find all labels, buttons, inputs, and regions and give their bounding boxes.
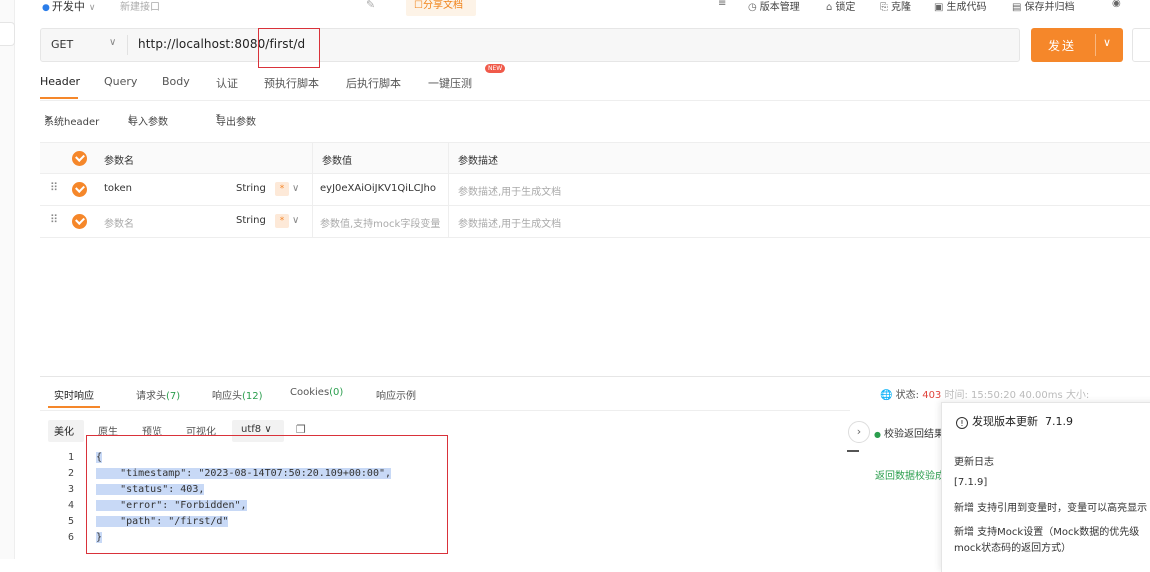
verify-result-toggle[interactable]: ● 校验返回结果 [874, 425, 944, 440]
param-name-input[interactable]: token [104, 183, 224, 194]
share-doc-button[interactable]: ☐分享文档 [406, 0, 476, 16]
update-title: ! 发现版本更新 7.1.9 [956, 413, 1073, 429]
clone-icon: ⎘ [880, 2, 888, 13]
tab-auth[interactable]: 认证 [216, 75, 238, 91]
lock-icon: ⌂ [826, 2, 833, 13]
row-checkbox[interactable] [72, 214, 87, 229]
info-icon: ! [956, 417, 968, 429]
share-label: 分享文档 [422, 0, 463, 11]
chevron-down-icon[interactable]: ∨ [1103, 36, 1111, 49]
env-label: 开发中 [51, 0, 85, 13]
table-row: ⠿ 参数名 String * ∨ 参数值,支持mock字段变量 参数描述,用于生… [40, 206, 1150, 238]
changelog-line: 新增 支持Mock设置（Mock数据的优先级 [954, 527, 1140, 538]
send-button[interactable]: 发送 ∨ [1031, 28, 1123, 62]
required-toggle[interactable]: * [275, 214, 289, 228]
required-toggle[interactable]: * [275, 182, 289, 196]
edit-icon[interactable]: ✎ [366, 0, 375, 11]
version-tag: [7.1.9] [954, 477, 988, 488]
status-dot-icon: ● [874, 430, 881, 439]
param-value-input[interactable]: 参数值,支持mock字段变量 [320, 215, 446, 230]
tab-response-example[interactable]: 响应示例 [376, 387, 416, 402]
url-bar: GET ∨ http://localhost:8080/first/d [40, 28, 1020, 62]
param-desc-input[interactable]: 参数描述,用于生成文档 [458, 215, 561, 230]
divider [40, 100, 1150, 101]
active-tab-indicator [48, 406, 100, 408]
changelog-line: mock状态码的返回方式） [954, 543, 1072, 554]
new-interface-tab[interactable]: 新建接口 [120, 0, 160, 13]
param-desc-input[interactable]: 参数描述,用于生成文档 [458, 183, 561, 198]
param-value-input[interactable]: eyJ0eXAiOiJKV1QiLCJho [320, 183, 446, 194]
version-manage-button[interactable]: ◷ 版本管理 [748, 0, 800, 13]
method-select[interactable]: GET [51, 38, 73, 51]
chevron-down-icon[interactable]: ∨ [292, 183, 299, 194]
clock-icon: ◷ [748, 2, 757, 13]
column-header-value: 参数值 [322, 156, 352, 167]
more-button[interactable] [1132, 28, 1150, 62]
save-icon: ▤ [1012, 2, 1022, 13]
tab-query[interactable]: Query [104, 75, 137, 88]
param-type-select[interactable]: String [236, 215, 266, 226]
eye-icon[interactable]: ◉ [1112, 0, 1124, 9]
env-dot-icon: ● [42, 3, 50, 13]
chevron-down-icon: ∨ [264, 424, 272, 435]
select-all-checkbox[interactable] [72, 151, 87, 166]
tab-post-script[interactable]: 后执行脚本 [346, 75, 401, 91]
new-badge: NEW [485, 64, 506, 73]
table-header-row: 参数名 参数值 参数描述 [40, 142, 1150, 175]
clone-button[interactable]: ⎘ 克隆 [880, 0, 911, 13]
param-type-select[interactable]: String [236, 183, 266, 194]
code-icon: ▣ [934, 2, 944, 13]
status-code: 403 [922, 390, 942, 401]
active-tab-indicator [40, 97, 78, 99]
align-icon[interactable]: ≡ [718, 0, 729, 9]
divider [40, 376, 1150, 377]
row-checkbox[interactable] [72, 182, 87, 197]
tab-live-response[interactable]: 实时响应 [54, 387, 94, 402]
tab-body[interactable]: Body [162, 75, 190, 88]
changelog-line: 新增 支持引用到变量时，变量可以高亮显示 [954, 503, 1148, 514]
column-header-desc: 参数描述 [458, 156, 498, 167]
divider [1095, 34, 1096, 56]
environment-select[interactable]: ● 开发中 ∨ [42, 0, 95, 14]
top-toolbar: ● 开发中 ∨ 新建接口 ✎ ☐分享文档 ≡ ◷ 版本管理 ⌂ 锁定 ⎘ 克隆 ▣ 生成代码… [30, 0, 1150, 18]
column-header-name: 参数名 [104, 156, 134, 167]
tab-header[interactable]: Header [40, 75, 80, 88]
table-row: ⠿ token String * ∨ eyJ0eXAiOiJKV1QiLCJho… [40, 174, 1150, 206]
left-sidebar-strip [0, 0, 15, 559]
share-icon: ☐ [414, 0, 423, 11]
sidebar-collapse-handle[interactable] [0, 22, 15, 46]
tab-request-headers[interactable]: 请求头(7) [136, 387, 180, 402]
chevron-down-icon[interactable]: ∨ [109, 37, 116, 48]
chevron-right-icon[interactable]: › [848, 421, 870, 443]
tab-load-test[interactable]: 一键压测 [428, 75, 472, 91]
lock-button[interactable]: ⌂ 锁定 [826, 0, 855, 13]
response-status-bar: 🌐 状态: 403 时间: 15:50:20 40.00ms 大小: [880, 390, 1090, 401]
changelog-title: 更新日志 [954, 457, 994, 468]
drag-handle-icon[interactable]: ⠿ [50, 181, 58, 194]
collapse-bar[interactable] [847, 450, 859, 452]
chevron-down-icon[interactable]: ∨ [292, 215, 299, 226]
generate-code-button[interactable]: ▣ 生成代码 [934, 0, 986, 13]
globe-icon: 🌐 [880, 390, 896, 401]
code-highlight-box [86, 435, 448, 554]
divider [127, 35, 128, 55]
divider [40, 410, 850, 411]
response-tabs: 实时响应 请求头(7) 响应头(12) Cookies(0) 响应示例 [40, 384, 740, 410]
tab-cookies[interactable]: Cookies(0) [290, 387, 343, 398]
send-label: 发送 [1048, 39, 1077, 53]
tab-response-headers[interactable]: 响应头(12) [212, 387, 263, 402]
param-name-input[interactable]: 参数名 [104, 215, 224, 230]
drag-handle-icon[interactable]: ⠿ [50, 213, 58, 226]
mode-beautify[interactable]: 美化 [54, 423, 74, 438]
url-highlight-box [258, 28, 320, 68]
update-notification: ! 发现版本更新 7.1.9 更新日志 [7.1.9] 新增 支持引用到变量时，变… [941, 402, 1150, 572]
chevron-down-icon: ∨ [88, 3, 96, 13]
request-tabs: Header Query Body 认证 预执行脚本 后执行脚本 一键压测 NE… [40, 64, 600, 100]
tab-pre-script[interactable]: 预执行脚本 [264, 75, 319, 91]
save-archive-button[interactable]: ▤ 保存并归档 [1012, 0, 1074, 13]
